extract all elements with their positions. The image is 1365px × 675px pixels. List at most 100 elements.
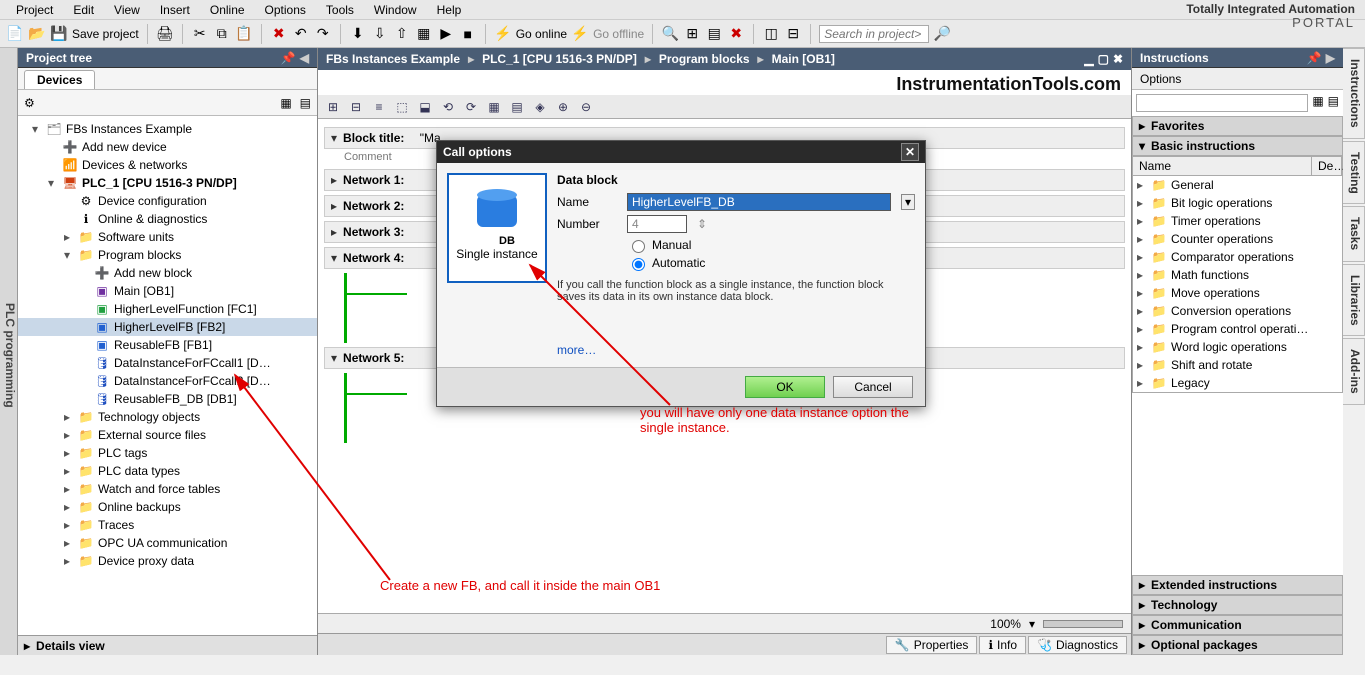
bc-0[interactable]: FBs Instances Example [326,52,460,66]
name-dropdown-icon[interactable]: ▾ [901,194,915,210]
db-name-input[interactable] [627,193,891,211]
number-stepper-icon[interactable]: ⇕ [697,217,707,231]
tab-diagnostics[interactable]: 🩺Diagnostics [1028,636,1127,654]
print-icon[interactable]: 🖨 [156,25,174,43]
col-desc[interactable]: De… [1312,157,1342,175]
technology-section[interactable]: Technology [1132,595,1343,615]
et-icon[interactable]: ≡ [370,98,388,116]
instr-general[interactable]: 📁General [1133,176,1342,194]
tree-fb1[interactable]: ▣ReusableFB [FB1] [18,336,317,354]
accessible-icon[interactable]: 🔍 [661,25,679,43]
instr-timer[interactable]: 📁Timer operations [1133,212,1342,230]
tree-db1[interactable]: 🛢DataInstanceForFCcall1 [D… [18,354,317,372]
menu-tools[interactable]: Tools [316,3,364,17]
instr-program-control[interactable]: 📁Program control operati… [1133,320,1342,338]
menu-options[interactable]: Options [255,3,316,17]
sim-icon[interactable]: ▦ [415,25,433,43]
paste-icon[interactable]: 📋 [235,25,253,43]
et-icon[interactable]: ▤ [508,98,526,116]
favorites-section[interactable]: Favorites [1132,116,1343,136]
tab-info[interactable]: ℹInfo [979,636,1026,654]
vtab-addins[interactable]: Add-ins [1343,338,1365,405]
tree-online[interactable]: ℹOnline & diagnostics [18,210,317,228]
cut-icon[interactable]: ✂ [191,25,209,43]
vtab-instructions[interactable]: Instructions [1343,48,1365,139]
single-instance-option[interactable]: DB Single instance [447,173,547,283]
copy-icon[interactable]: ⧉ [213,25,231,43]
split-v-icon[interactable]: ⊟ [784,25,802,43]
instr-math[interactable]: 📁Math functions [1133,266,1342,284]
tree-dev-net[interactable]: 📶Devices & networks [18,156,317,174]
tree-swunits[interactable]: 📁Software units [18,228,317,246]
et-icon[interactable]: ⊟ [347,98,365,116]
instr-legacy[interactable]: 📁Legacy [1133,374,1342,392]
tree-backup[interactable]: 📁Online backups [18,498,317,516]
project-tree[interactable]: 🗂FBs Instances Example ➕Add new device 📶… [18,116,317,635]
tree-main-ob1[interactable]: ▣Main [OB1] [18,282,317,300]
new-project-icon[interactable]: 📄 [6,25,24,43]
et-icon[interactable]: ⊞ [324,98,342,116]
open-project-icon[interactable]: 📂 [28,25,46,43]
zoom-slider[interactable] [1043,620,1123,628]
devices-tab[interactable]: Devices [24,70,95,89]
tree-traces[interactable]: 📁Traces [18,516,317,534]
et-icon[interactable]: ◈ [531,98,549,116]
go-offline-icon[interactable]: ⚡ [571,25,589,43]
tree-filter-icon[interactable]: ⚙ [24,96,35,110]
stop-icon[interactable]: ■ [459,25,477,43]
col-name[interactable]: Name [1133,157,1312,175]
bc-3[interactable]: Main [OB1] [772,52,835,66]
instr-shift[interactable]: 📁Shift and rotate [1133,356,1342,374]
basic-section[interactable]: Basic instructions [1132,136,1343,156]
zoom-dropdown-icon[interactable]: ▾ [1029,617,1035,631]
tree-db2[interactable]: 🛢DataInstanceForFCcall2 [D… [18,372,317,390]
et-icon[interactable]: ⊕ [554,98,572,116]
instr-view-icon[interactable]: ▤ [1328,94,1339,112]
window-close-icon[interactable]: ✖ [1113,52,1123,66]
tree-fb2[interactable]: ▣HigherLevelFB [FB2] [18,318,317,336]
save-project-label[interactable]: Save project [72,27,139,41]
instr-search-input[interactable] [1136,94,1308,112]
start-icon[interactable]: ▶ [437,25,455,43]
instr-wordlogic[interactable]: 📁Word logic operations [1133,338,1342,356]
tree-devcfg[interactable]: ⚙Device configuration [18,192,317,210]
et-icon[interactable]: ⟲ [439,98,457,116]
menu-window[interactable]: Window [364,3,427,17]
tree-ext[interactable]: 📁External source files [18,426,317,444]
dialog-close-icon[interactable]: ✕ [901,143,919,161]
tree-watch[interactable]: 📁Watch and force tables [18,480,317,498]
bc-1[interactable]: PLC_1 [CPU 1516-3 PN/DP] [482,52,637,66]
et-icon[interactable]: ⟳ [462,98,480,116]
more-link[interactable]: more… [557,343,915,357]
search-go-icon[interactable]: 🔎 [933,25,951,43]
redo-icon[interactable]: ↷ [314,25,332,43]
pin-icon[interactable]: 📌 [1307,51,1322,65]
menu-online[interactable]: Online [200,3,255,17]
delete-icon[interactable]: ✖ [270,25,288,43]
tree-tech[interactable]: 📁Technology objects [18,408,317,426]
vtab-tasks[interactable]: Tasks [1343,206,1365,261]
undo-icon[interactable]: ↶ [292,25,310,43]
vtab-testing[interactable]: Testing [1343,141,1365,205]
et-icon[interactable]: ⊖ [577,98,595,116]
et-icon[interactable]: ▦ [485,98,503,116]
tree-proxy[interactable]: 📁Device proxy data [18,552,317,570]
et-icon[interactable]: ⬓ [416,98,434,116]
tree-opc[interactable]: 📁OPC UA communication [18,534,317,552]
collapse-right-icon[interactable]: ▶ [1326,51,1335,65]
search-in-project-input[interactable] [819,25,929,43]
instr-move[interactable]: 📁Move operations [1133,284,1342,302]
instr-filter-icon[interactable]: ▦ [1312,94,1323,112]
tree-add-device[interactable]: ➕Add new device [18,138,317,156]
split-h-icon[interactable]: ◫ [762,25,780,43]
tree-view1-icon[interactable]: ▦ [280,96,291,110]
tree-root[interactable]: 🗂FBs Instances Example [18,120,317,138]
menu-help[interactable]: Help [427,3,472,17]
vtab-libraries[interactable]: Libraries [1343,264,1365,337]
instr-comparator[interactable]: 📁Comparator operations [1133,248,1342,266]
menu-edit[interactable]: Edit [63,3,104,17]
go-online-label[interactable]: Go online [516,27,567,41]
task-icon[interactable]: ▤ [705,25,723,43]
menu-insert[interactable]: Insert [150,3,200,17]
close-icon[interactable]: ✖ [727,25,745,43]
